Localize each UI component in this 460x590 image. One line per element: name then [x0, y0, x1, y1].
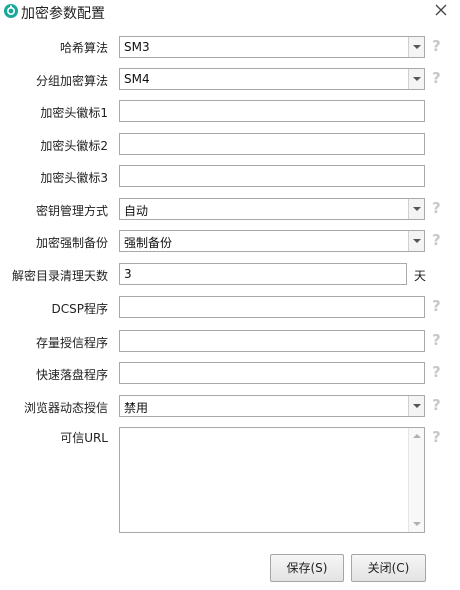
dcsp-program-input[interactable] [119, 296, 425, 318]
browser-trust-label: 浏览器动态授信 [23, 401, 108, 415]
trusted-url-label: 可信URL [60, 431, 108, 445]
help-icon[interactable]: ? [432, 232, 444, 248]
help-icon[interactable]: ? [432, 200, 444, 216]
help-icon[interactable]: ? [432, 397, 444, 413]
browser-trust-value: 禁用 [124, 401, 149, 415]
chevron-down-icon[interactable] [408, 396, 424, 416]
header-logo3-input[interactable] [119, 165, 425, 187]
block-cipher-value: SM4 [124, 72, 150, 86]
header-logo2-label: 加密头徽标2 [40, 139, 108, 153]
hash-algorithm-label: 哈希算法 [59, 41, 108, 55]
help-icon[interactable]: ? [432, 298, 444, 314]
key-management-select[interactable]: 自动 [119, 198, 425, 220]
storage-trust-label: 存量授信程序 [35, 336, 108, 350]
hash-algorithm-select[interactable]: SM3 [119, 36, 425, 58]
help-icon[interactable]: ? [432, 70, 444, 86]
scrollbar[interactable] [408, 428, 424, 532]
forced-backup-select[interactable]: 强制备份 [119, 230, 425, 252]
browser-trust-select[interactable]: 禁用 [119, 395, 425, 417]
help-icon[interactable]: ? [432, 429, 444, 445]
close-icon[interactable] [434, 3, 448, 17]
title-bar: 加密参数配置 [0, 0, 460, 24]
fast-drop-input[interactable] [119, 362, 425, 384]
header-logo3-label: 加密头徽标3 [40, 171, 108, 185]
help-icon[interactable]: ? [432, 332, 444, 348]
trusted-url-textarea[interactable] [119, 427, 425, 533]
chevron-down-icon[interactable] [408, 231, 424, 251]
help-icon[interactable]: ? [432, 364, 444, 380]
header-logo2-input[interactable] [119, 133, 425, 155]
close-button[interactable]: 关闭(C) [351, 554, 426, 582]
chevron-down-icon[interactable] [408, 69, 424, 89]
key-management-label: 密钥管理方式 [35, 204, 108, 218]
forced-backup-value: 强制备份 [124, 236, 173, 250]
scroll-up-icon[interactable] [413, 434, 421, 438]
save-button[interactable]: 保存(S) [270, 554, 344, 582]
fast-drop-label: 快速落盘程序 [35, 368, 108, 382]
header-logo1-input[interactable] [119, 100, 425, 122]
chevron-down-icon[interactable] [408, 199, 424, 219]
forced-backup-label: 加密强制备份 [35, 236, 108, 250]
block-cipher-select[interactable]: SM4 [119, 68, 425, 90]
dcsp-program-label: DCSP程序 [51, 302, 108, 316]
hash-algorithm-value: SM3 [124, 40, 150, 54]
scroll-down-icon[interactable] [413, 522, 421, 526]
cleanup-days-label: 解密目录清理天数 [11, 269, 108, 283]
cleanup-days-input[interactable]: 3 [119, 263, 407, 285]
cleanup-days-value: 3 [124, 267, 132, 281]
header-logo1-label: 加密头徽标1 [40, 106, 108, 120]
chevron-down-icon[interactable] [408, 37, 424, 57]
window-title: 加密参数配置 [21, 6, 105, 22]
key-management-value: 自动 [124, 204, 149, 218]
block-cipher-label: 分组加密算法 [35, 74, 108, 88]
cleanup-days-unit: 天 [414, 269, 427, 283]
storage-trust-input[interactable] [119, 330, 425, 352]
app-logo-icon [4, 4, 18, 18]
help-icon[interactable]: ? [432, 38, 444, 54]
